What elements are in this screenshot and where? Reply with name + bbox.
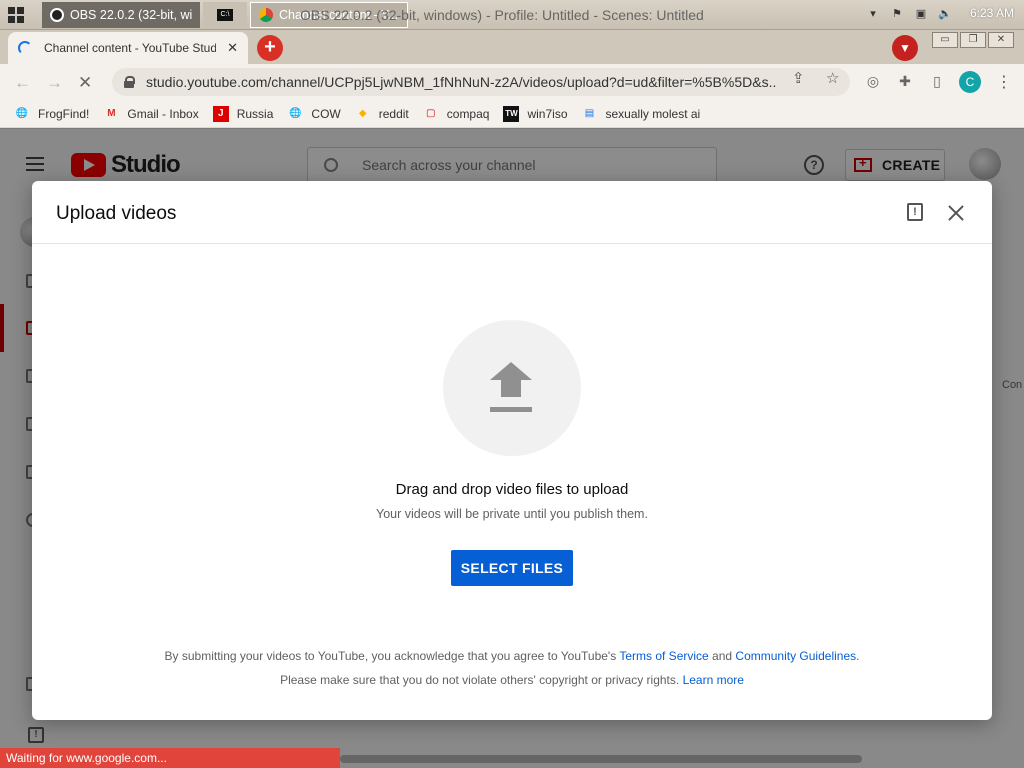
maximize-button[interactable]: ❐ — [960, 32, 986, 48]
browser-menu-icon[interactable]: ⋮ — [996, 72, 1012, 92]
forward-arrow-icon[interactable]: → — [46, 73, 63, 93]
terms-notice: By submitting your videos to YouTube, yo… — [164, 649, 860, 663]
back-arrow-icon[interactable]: ← — [14, 73, 31, 93]
stop-loading-icon[interactable]: ✕ — [78, 73, 92, 93]
doc-icon: ▤ — [584, 108, 595, 119]
window-controls: ▭ ❐ ✕ — [932, 32, 1014, 48]
bookmark-compaq[interactable]: ▢ compaq — [423, 106, 489, 122]
windows-start-icon[interactable] — [8, 7, 24, 23]
profile-avatar[interactable]: C — [959, 71, 981, 93]
upload-videos-dialog: Upload videos ! Drag and drop video file… — [32, 181, 992, 720]
bookmark-frogfind[interactable]: 🌐 FrogFind! — [14, 106, 90, 122]
system-tray: ▾ ⚑ ▣ 🔈 6:23 AM — [866, 6, 1014, 20]
browser-tab[interactable]: Channel content - YouTube Studio ✕ — [8, 32, 248, 64]
learn-more-link[interactable]: Learn more — [683, 673, 744, 687]
dialog-title: Upload videos — [56, 203, 177, 224]
side-panel-icon[interactable]: ▯ — [928, 73, 946, 91]
extension-icon[interactable]: ◎ — [864, 73, 882, 91]
lock-icon[interactable] — [124, 76, 135, 88]
bookmark-win7iso[interactable]: TW win7iso — [503, 105, 568, 122]
system-clock[interactable]: 6:23 AM — [970, 6, 1014, 20]
feedback-icon[interactable]: ! — [907, 203, 923, 221]
browser-status-bar: Waiting for www.google.com... — [0, 748, 340, 768]
copyright-notice: Please make sure that you do not violate… — [280, 673, 744, 687]
chevron-up-icon[interactable]: ▾ — [866, 6, 880, 20]
bookmark-star-icon[interactable]: ☆ — [826, 69, 839, 87]
bookmark-molest-ai[interactable]: ▤ sexually molest ai — [582, 106, 700, 122]
upload-arrow-icon — [490, 362, 532, 380]
bookmark-reddit[interactable]: ◆ reddit — [355, 106, 409, 122]
network-icon[interactable]: ▣ — [914, 6, 928, 20]
obs-window-title: OBS 22.0.2 (32-bit, windows) - Profile: … — [300, 7, 704, 23]
select-files-button[interactable]: SELECT FILES — [451, 550, 573, 586]
taskbar-item-obs[interactable]: OBS 22.0.2 (32-bit, wi... — [42, 2, 200, 28]
dialog-header: Upload videos ! — [32, 181, 992, 244]
upload-drop-zone[interactable] — [443, 320, 581, 456]
bookmark-gmail[interactable]: M Gmail - Inbox — [103, 106, 199, 122]
browser-toolbar: ← → ✕ studio.youtube.com/channel/UCPpj5L… — [0, 64, 1024, 100]
red-square-icon: J — [212, 105, 229, 122]
chat-icon: ▢ — [426, 108, 436, 119]
upload-arrow-stem — [501, 379, 521, 397]
share-icon[interactable]: ⇪ — [792, 69, 805, 87]
url-text[interactable]: studio.youtube.com/channel/UCPpj5LjwNBM_… — [146, 74, 776, 90]
tab-title: Channel content - YouTube Studio — [44, 41, 216, 55]
address-bar[interactable]: studio.youtube.com/channel/UCPpj5LjwNBM_… — [112, 68, 850, 96]
bookmark-cow[interactable]: 🌐 COW — [287, 106, 341, 122]
reddit-icon: ◆ — [358, 108, 367, 119]
drag-drop-title: Drag and drop video files to upload — [395, 481, 629, 498]
tw-icon: TW — [503, 105, 520, 122]
puzzle-icon[interactable]: ✚ — [896, 73, 914, 91]
tab-close-icon[interactable]: ✕ — [227, 40, 238, 56]
chrome-icon — [259, 8, 273, 22]
community-guidelines-link[interactable]: Community Guidelines — [735, 649, 856, 663]
minimize-button[interactable]: ▭ — [932, 32, 958, 48]
send-feedback-icon[interactable]: ! — [28, 727, 44, 743]
terms-of-service-link[interactable]: Terms of Service — [619, 649, 708, 663]
upload-arrow-base — [490, 407, 532, 412]
os-taskbar: OBS 22.0.2 (32-bit, wi... C:\ Channel co… — [0, 0, 1024, 30]
browser-tab-strip: Channel content - YouTube Studio ✕ + ▼ ▭… — [0, 30, 1024, 64]
close-icon[interactable] — [946, 203, 966, 223]
gmail-icon: M — [107, 108, 116, 119]
taskbar-item-cmd[interactable]: C:\ — [203, 2, 247, 28]
volume-icon[interactable]: 🔈 — [938, 6, 952, 20]
new-tab-button[interactable]: + — [257, 35, 283, 61]
close-window-button[interactable]: ✕ — [988, 32, 1014, 48]
flag-icon[interactable]: ⚑ — [890, 6, 904, 20]
bookmark-russia[interactable]: J Russia — [212, 105, 273, 122]
privacy-note: Your videos will be private until you pu… — [376, 507, 648, 521]
tab-search-button[interactable]: ▼ — [892, 35, 918, 61]
obs-icon — [50, 8, 64, 22]
cmd-icon: C:\ — [217, 9, 233, 21]
bookmarks-bar: 🌐 FrogFind! M Gmail - Inbox J Russia 🌐 COW ◆… — [0, 100, 1024, 128]
loading-spinner-icon — [18, 41, 32, 55]
globe-icon: 🌐 — [15, 108, 29, 119]
globe-icon: 🌐 — [289, 108, 302, 119]
